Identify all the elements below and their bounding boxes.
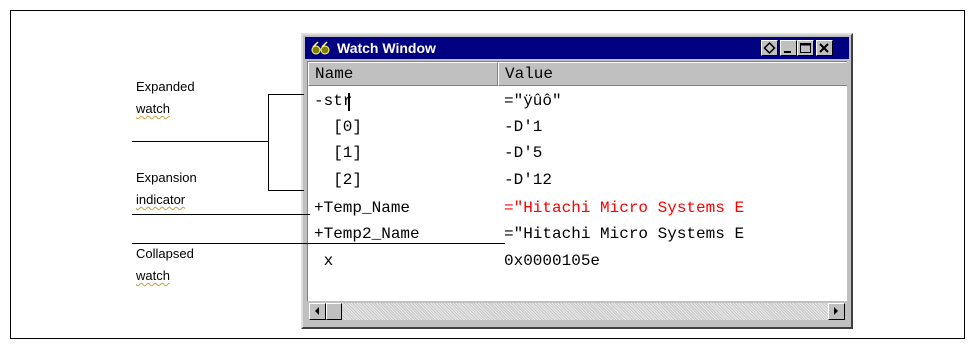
minimize-button[interactable] [780,40,797,56]
window-title: Watch Window [337,40,436,56]
restore-button[interactable] [761,40,778,56]
watch-item-value-changed: ="Hitachi Micro Systems E [504,199,745,217]
watch-item-name: +Temp_Name [314,199,411,217]
title-bar[interactable]: Watch Window [305,37,849,59]
callout-indicator-line1: Expansion [136,170,197,185]
arrow-right-icon [834,307,838,315]
close-button[interactable] [816,40,833,56]
scroll-track[interactable] [342,303,828,320]
arrow-left-icon [315,307,319,315]
close-icon [819,43,829,53]
callout-expanded-line2: watch [136,101,170,116]
watch-row-temp-name[interactable]: +Temp_Name ="Hitachi Micro Systems E [308,195,847,222]
watch-item-name: -str [314,92,353,110]
watch-item-value: -D'5 [504,144,543,162]
scroll-left-button[interactable] [309,303,326,320]
callout-expanded-watch: Expanded watch [136,76,195,120]
callout-expanded-line1: Expanded [136,79,195,94]
maximize-button[interactable] [797,40,814,56]
bracket-bottom-line [268,190,304,191]
minimize-icon [784,51,791,53]
watch-glasses-icon [309,40,333,56]
collapsed-watch-leader-line [132,243,505,244]
watch-item-name: x [314,252,334,270]
callout-expansion-indicator: Expansion indicator [136,167,197,211]
watch-item-value: ="Hitachi Micro Systems E [504,225,745,243]
watch-item-value: ="ÿûô" [504,92,562,110]
watch-list[interactable]: Name Value -str ="ÿûô" [0] -D'1 [1] -D'5… [307,61,847,301]
watch-row-str[interactable]: -str ="ÿûô" [308,88,847,115]
watch-item-value: 0x0000105e [504,252,601,270]
watch-item-value: -D'12 [504,171,553,189]
column-header-value[interactable]: Value [498,62,847,86]
watch-item-name: [1] [314,144,363,162]
watch-row-str-1[interactable]: [1] -D'5 [308,140,847,167]
watch-row-str-2[interactable]: [2] -D'12 [308,167,847,194]
text-cursor [348,93,350,111]
maximize-icon [800,43,811,53]
watch-item-name: [2] [314,171,363,189]
bracket-top-line [268,94,304,95]
callout-collapsed-line2: watch [136,268,170,283]
callout-indicator-line2: indicator [136,192,186,207]
expansion-indicator-leader-line [132,214,310,215]
callout-collapsed-line1: Collapsed [136,246,194,261]
column-header-name[interactable]: Name [308,62,498,86]
watch-item-name: [0] [314,118,363,136]
restore-icon [763,41,776,55]
watch-row-str-0[interactable]: [0] -D'1 [308,114,847,141]
expanded-watch-leader-line [132,141,269,142]
bracket-vertical-line [268,94,269,191]
scroll-right-button[interactable] [828,303,845,320]
scroll-thumb[interactable] [326,303,342,320]
watch-row-x[interactable]: x 0x0000105e [308,248,847,275]
watch-item-value: -D'1 [504,118,543,136]
horizontal-scrollbar[interactable] [307,301,847,322]
callout-collapsed-watch: Collapsed watch [136,243,194,287]
watch-window[interactable]: Watch Window Name Value -str ="ÿûô" [0] … [301,33,853,329]
